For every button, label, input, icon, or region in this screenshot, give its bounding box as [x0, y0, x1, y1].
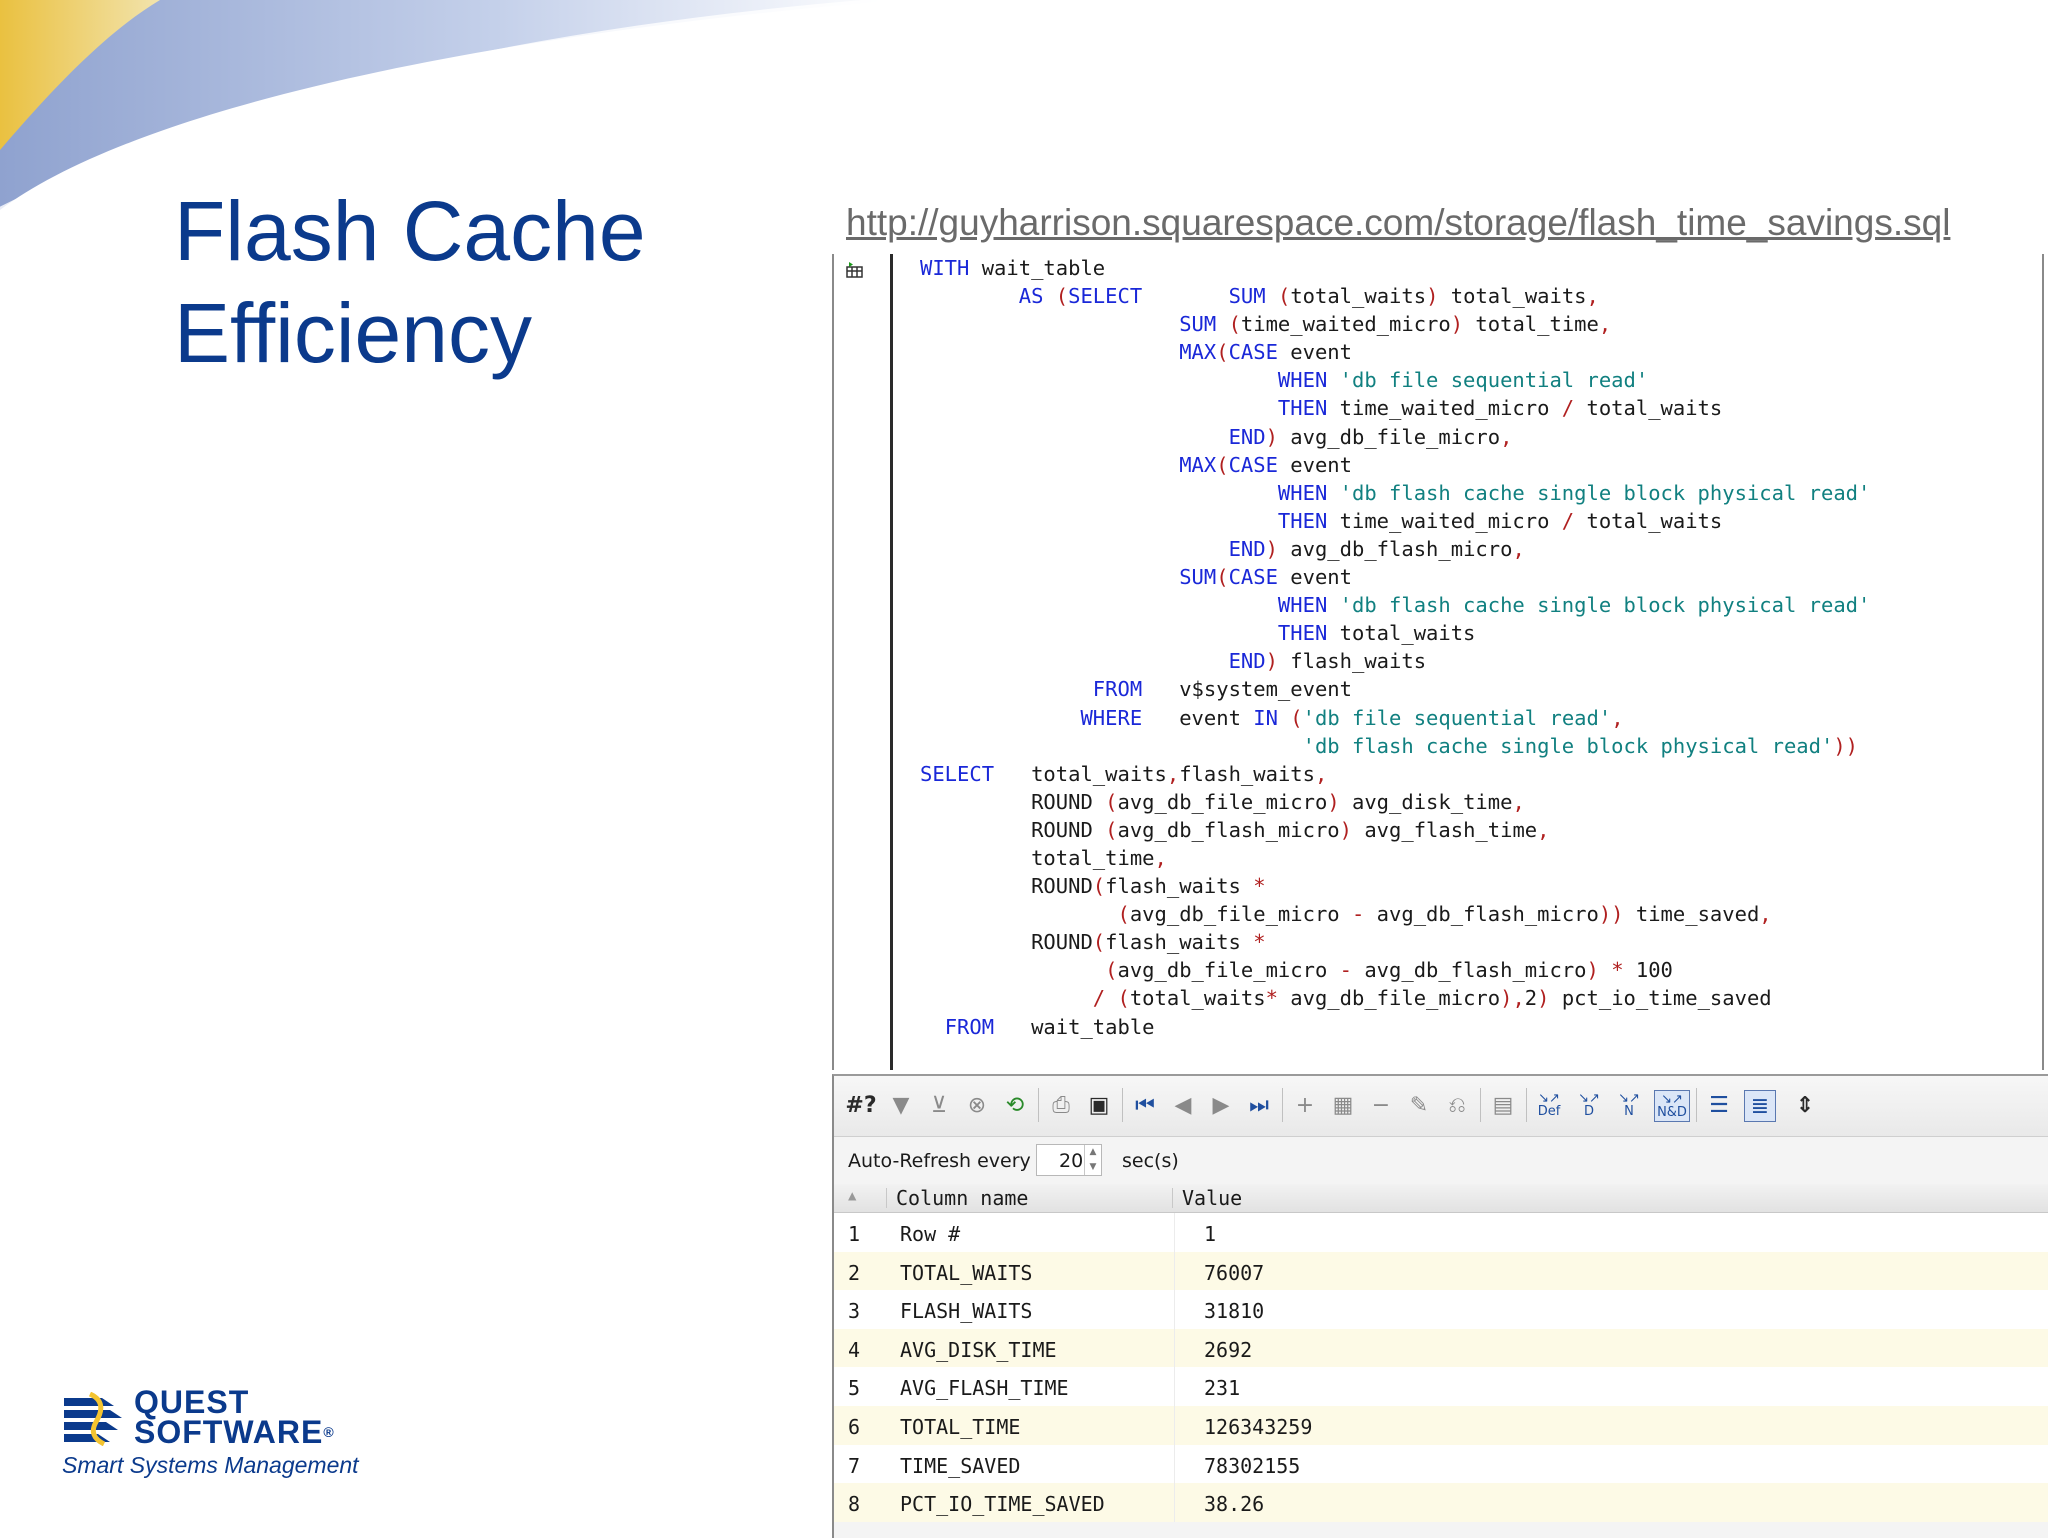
table-row[interactable]: 3 FLASH_WAITS 31810: [834, 1290, 2048, 1329]
row-number[interactable]: 6: [848, 1415, 860, 1439]
column-name-cell[interactable]: Row #: [900, 1222, 960, 1246]
sql-code: WITH wait_table AS (SELECT SUM (total_wa…: [920, 256, 1871, 1039]
value-header[interactable]: Value: [1182, 1186, 1242, 1210]
row-number[interactable]: 3: [848, 1299, 860, 1323]
result-grid[interactable]: ▲ Column name Value 1 Row # 1 2 TOTAL_WAITS 7…: [834, 1184, 2048, 1522]
refresh-unit-label: sec(s): [1122, 1150, 1179, 1172]
logo-word-software: SOFTWARE®: [134, 1414, 335, 1450]
column-select-icon[interactable]: ▤: [1488, 1090, 1518, 1120]
column-name-cell[interactable]: TIME_SAVED: [900, 1454, 1020, 1478]
fit-columns-icon[interactable]: ⇕: [1790, 1090, 1820, 1120]
value-cell[interactable]: 38.26: [1204, 1492, 1264, 1516]
result-pane: #? ▼ ⊻ ⊗ ⟲ ⎙ ▣ ⏮ ◀ ▶ ⏭ + ▦ − ✎ ⎌ ▤ ↘↗ Def…: [832, 1074, 2048, 1538]
title-line-2: Efficiency: [174, 286, 532, 380]
row-number[interactable]: 7: [848, 1454, 860, 1478]
column-name-cell[interactable]: PCT_IO_TIME_SAVED: [900, 1492, 1105, 1516]
table-row[interactable]: 5 AVG_FLASH_TIME 231: [834, 1367, 2048, 1406]
refresh-icon[interactable]: ⟲: [1000, 1090, 1030, 1120]
result-toolbar: #? ▼ ⊻ ⊗ ⟲ ⎙ ▣ ⏮ ◀ ▶ ⏭ + ▦ − ✎ ⎌ ▤ ↘↗ Def…: [834, 1076, 2048, 1137]
sql-editor[interactable]: WITH wait_table AS (SELECT SUM (total_wa…: [832, 254, 2044, 1070]
table-row[interactable]: 6 TOTAL_TIME 126343259: [834, 1405, 2048, 1445]
refresh-interval-stepper[interactable]: 20 ▲ ▼: [1036, 1144, 1102, 1176]
refresh-interval-value[interactable]: 20: [1059, 1150, 1083, 1172]
row-number[interactable]: 4: [848, 1338, 860, 1362]
first-record-icon[interactable]: ⏮: [1130, 1090, 1160, 1120]
nd-icon[interactable]: ↘↗ N&D: [1654, 1090, 1690, 1122]
save-icon[interactable]: ▣: [1084, 1090, 1114, 1120]
value-cell[interactable]: 231: [1204, 1376, 1240, 1400]
next-record-icon[interactable]: ▶: [1206, 1090, 1236, 1120]
filter-clear-icon[interactable]: ⊻: [924, 1090, 954, 1120]
logo-tagline: Smart Systems Management: [62, 1452, 359, 1478]
cancel-edit-icon[interactable]: ⎌: [1442, 1090, 1472, 1120]
single-record-view-icon[interactable]: ≣: [1744, 1090, 1776, 1122]
value-cell[interactable]: 1: [1204, 1222, 1216, 1246]
execute-icon[interactable]: [846, 262, 864, 278]
insert-record-icon[interactable]: +: [1290, 1090, 1320, 1120]
table-row[interactable]: 2 TOTAL_WAITS 76007: [834, 1251, 2048, 1291]
value-cell[interactable]: 2692: [1204, 1338, 1252, 1362]
filter-icon[interactable]: ▼: [886, 1090, 916, 1120]
post-edit-icon[interactable]: ✎: [1404, 1090, 1434, 1120]
table-row[interactable]: 4 AVG_DISK_TIME 2692: [834, 1328, 2048, 1368]
column-name-cell[interactable]: TOTAL_WAITS: [900, 1261, 1032, 1285]
value-cell[interactable]: 126343259: [1204, 1415, 1312, 1439]
quest-logo-mark: [64, 1392, 122, 1446]
column-name-cell[interactable]: FLASH_WAITS: [900, 1299, 1032, 1323]
stepper-arrows[interactable]: ▲ ▼: [1084, 1145, 1101, 1175]
grid-icon[interactable]: ▦: [1328, 1090, 1358, 1120]
column-name-cell[interactable]: AVG_FLASH_TIME: [900, 1376, 1069, 1400]
sort-icon[interactable]: ▲: [848, 1188, 856, 1204]
last-record-icon[interactable]: ⏭: [1244, 1090, 1274, 1120]
column-name-cell[interactable]: TOTAL_TIME: [900, 1415, 1020, 1439]
print-icon[interactable]: ⎙: [1046, 1090, 1076, 1120]
row-number[interactable]: 2: [848, 1261, 860, 1285]
quest-software-logo: QUEST SOFTWARE® Smart Systems Management: [62, 1386, 392, 1486]
prior-record-icon[interactable]: ◀: [1168, 1090, 1198, 1120]
source-link[interactable]: http://guyharrison.squarespace.com/stora…: [846, 202, 1950, 244]
auto-refresh-bar: Auto-Refresh every 20 ▲ ▼ sec(s): [834, 1137, 2048, 1183]
def-icon[interactable]: ↘↗ Def: [1534, 1090, 1564, 1120]
table-row[interactable]: 1 Row # 1: [834, 1213, 2048, 1252]
delete-record-icon[interactable]: −: [1366, 1090, 1396, 1120]
editor-gutter: [834, 254, 893, 1070]
slide-title: Flash Cache Efficiency: [174, 180, 646, 384]
row-number[interactable]: 8: [848, 1492, 860, 1516]
column-name-header[interactable]: Column name: [896, 1186, 1028, 1210]
grid-header: ▲ Column name Value: [834, 1184, 2048, 1213]
value-cell[interactable]: 31810: [1204, 1299, 1264, 1323]
row-number[interactable]: 1: [848, 1222, 860, 1246]
d-icon[interactable]: ↘↗ D: [1574, 1090, 1604, 1120]
value-cell[interactable]: 78302155: [1204, 1454, 1300, 1478]
stop-icon[interactable]: ⊗: [962, 1090, 992, 1120]
query-info-button[interactable]: #?: [844, 1090, 878, 1120]
grid-view-icon[interactable]: ☰: [1704, 1090, 1734, 1120]
table-row[interactable]: 7 TIME_SAVED 78302155: [834, 1444, 2048, 1484]
value-cell[interactable]: 76007: [1204, 1261, 1264, 1285]
auto-refresh-label: Auto-Refresh every: [848, 1150, 1031, 1172]
row-number[interactable]: 5: [848, 1376, 860, 1400]
n-icon[interactable]: ↘↗ N: [1614, 1090, 1644, 1120]
column-name-cell[interactable]: AVG_DISK_TIME: [900, 1338, 1057, 1362]
table-row[interactable]: 8 PCT_IO_TIME_SAVED 38.26: [834, 1483, 2048, 1522]
title-line-1: Flash Cache: [174, 184, 646, 278]
